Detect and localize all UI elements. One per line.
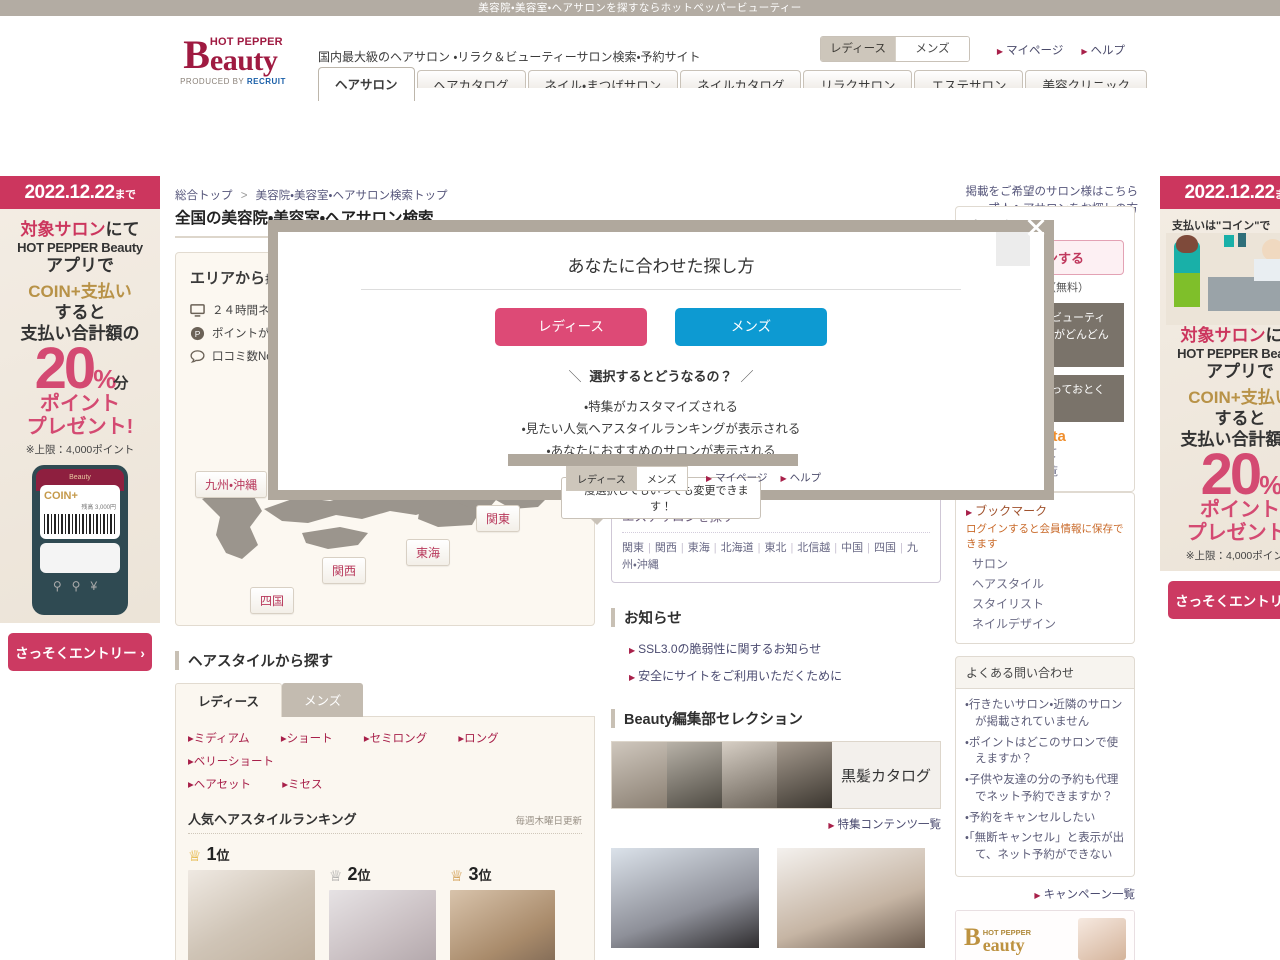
modal-overlay: あなたに合わせた探し方 レディース メンズ ＼ 選択するとどうなるの？ ／ ・特集が… [0,88,1280,960]
modal-benefit-1: ・特集がカスタマイズされる [278,397,1044,419]
header-utility-links: ▶マイページ ▶ヘルプ [997,42,1125,58]
logo-produced-by: PRODUCED BY RECRUIT [163,77,303,86]
recruit-label: RECRUIT [247,77,286,86]
header-link-mypage-label: マイページ [1006,45,1063,57]
page-root: 美容院・美容室・ヘアサロンを探すならホットペッパービューティー B HOT PE… [0,0,1280,960]
modal-subtitle: ＼ 選択するとどうなるの？ ／ [278,366,1044,385]
modal-benefit-list: ・特集がカスタマイズされる ・見たい人気ヘアスタイルランキングが表示される ・あ… [278,397,1044,463]
modal-gender-buttons: レディース メンズ [278,308,1044,346]
modal-mini-links: ▶マイページ ▶ヘルプ [706,470,821,485]
header-link-help-label: ヘルプ [1091,45,1126,57]
modal-link-mypage-label: マイページ [715,472,767,484]
triangle-icon: ▶ [780,474,786,483]
triangle-icon: ▶ [706,474,712,483]
triangle-icon: ▶ [1081,47,1087,56]
header-tagline: 国内最大級のヘアサロン ・リラク＆ビューティーサロン検索・予約サイト [318,48,701,65]
modal-divider [361,289,961,290]
modal-link-help[interactable]: ▶ ヘルプ [780,470,821,485]
modal-mini-ladies[interactable]: レディース [566,466,637,491]
modal-benefit-2: ・見たい人気ヘアスタイルランキングが表示される [278,419,1044,441]
modal-inner: あなたに合わせた探し方 レディース メンズ ＼ 選択するとどうなるの？ ／ ・特集が… [278,232,1044,490]
header-gender-toggle[interactable]: レディース メンズ [820,36,970,62]
modal-title: あなたに合わせた探し方 [278,244,1044,289]
site-tagline-strip: 美容院・美容室・ヘアサロンを探すならホットペッパービューティー [0,0,1280,16]
modal-subtitle-left-slash: ＼ [568,366,581,385]
gender-preference-modal: あなたに合わせた探し方 レディース メンズ ＼ 選択するとどうなるの？ ／ ・特集が… [268,220,1054,500]
modal-mini-gender-toggle[interactable]: レディース メンズ [566,466,688,491]
modal-ladies-button[interactable]: レディース [495,308,647,346]
modal-link-help-label: ヘルプ [790,472,822,484]
site-logo[interactable]: B HOT PEPPER eauty PRODUCED BY RECRUIT [163,34,303,86]
gender-toggle-mens[interactable]: メンズ [895,37,969,61]
close-icon[interactable]: ✕ [1010,206,1062,258]
modal-subtitle-label: 選択するとどうなるの？ [589,369,732,384]
site-header: B HOT PEPPER eauty PRODUCED BY RECRUIT 国… [0,16,1280,88]
modal-ghost-bar [508,454,798,466]
triangle-icon: ▶ [997,47,1003,56]
logo-beauty-text: eauty [210,44,278,77]
header-link-mypage[interactable]: ▶マイページ [997,42,1063,58]
gender-toggle-ladies[interactable]: レディース [821,37,895,61]
modal-mens-button[interactable]: メンズ [675,308,827,346]
modal-link-mypage[interactable]: ▶マイページ [706,470,767,485]
modal-subtitle-right-slash: ／ [741,366,754,385]
logo-b-letter: B [183,36,209,74]
produced-by-label: PRODUCED BY [180,77,244,86]
tab-hair-salon[interactable]: ヘアサロン [318,67,415,101]
modal-mini-mens[interactable]: メンズ [637,466,688,491]
header-link-help[interactable]: ▶ ヘルプ [1081,42,1125,58]
page-body: 総合トップ > 美容院・美容室・ヘアサロン検索トップ 掲載をご希望のサロン様はこ… [0,88,1280,960]
